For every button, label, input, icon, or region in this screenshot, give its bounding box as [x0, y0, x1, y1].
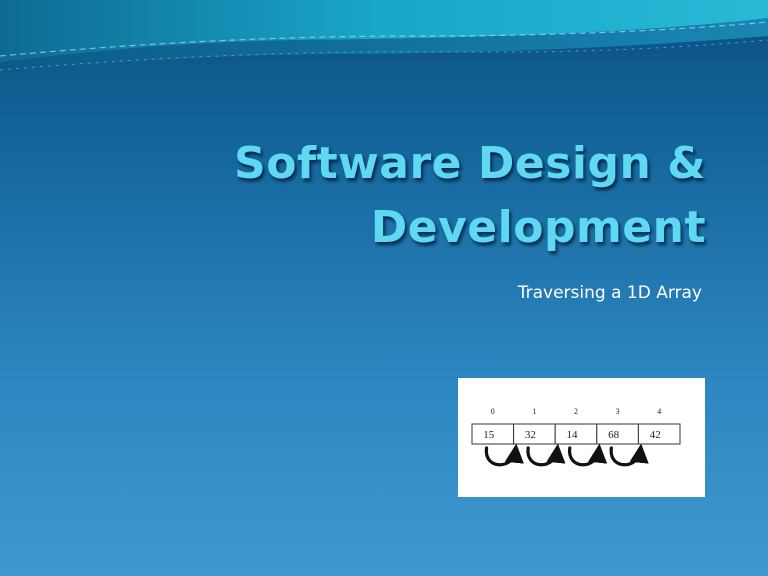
array-cell-value: 15: [483, 429, 495, 441]
array-index-label: 3: [616, 407, 620, 416]
traversal-arrow: [609, 443, 649, 467]
slide-title: Software Design & Development: [146, 132, 706, 260]
traversal-arrow: [526, 443, 566, 467]
array-cell-value: 14: [567, 429, 579, 441]
array-index-label: 4: [657, 407, 661, 416]
array-traversal-diagram: 0 15 1 32 2 14 3 68 4 42: [458, 378, 705, 497]
slide: Software Design & Development Traversing…: [0, 0, 768, 576]
array-index-label: 2: [574, 407, 578, 416]
title-line-2: Development: [370, 202, 706, 253]
traversal-arrow: [568, 443, 608, 467]
slide-subtitle: Traversing a 1D Array: [517, 283, 702, 303]
array-cell-value: 68: [608, 429, 620, 441]
array-index-label: 1: [532, 407, 536, 416]
array-diagram-svg: 0 15 1 32 2 14 3 68 4 42: [471, 407, 681, 467]
array-cell-value: 42: [650, 429, 661, 441]
header-wave-decoration: [0, 0, 768, 74]
array-cell-value: 32: [525, 429, 536, 441]
traversal-arrow: [484, 443, 524, 467]
title-line-1: Software Design &: [234, 138, 706, 189]
array-index-label: 0: [491, 407, 495, 416]
